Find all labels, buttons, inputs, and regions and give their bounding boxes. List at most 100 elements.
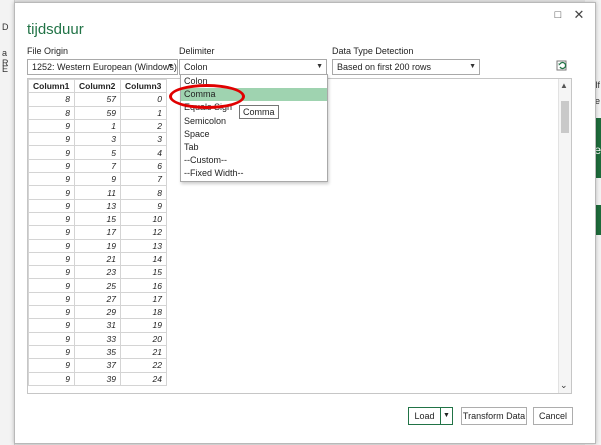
- table-cell: 29: [74, 305, 121, 320]
- table-cell: 9: [28, 238, 75, 253]
- table-row: 9 27 17: [28, 291, 167, 307]
- table-row: 9 19 13: [28, 238, 167, 253]
- bg-glyph: E: [2, 64, 9, 74]
- table-row: 8 57 0: [28, 92, 167, 107]
- table-row: 9 29 18: [28, 305, 167, 320]
- transform-data-button[interactable]: Transform Data: [461, 407, 527, 425]
- table-cell: 9: [28, 291, 75, 307]
- table-cell: 9: [28, 305, 75, 320]
- table-cell: 9: [28, 251, 75, 267]
- table-cell: 9: [28, 278, 75, 293]
- table-header-row: Column1 Column2 Column3: [28, 79, 167, 94]
- table-cell: 9: [28, 358, 75, 373]
- excel-background-left: D a R E: [0, 0, 15, 445]
- table-cell: 59: [74, 105, 121, 120]
- detection-select[interactable]: Based on first 200 rows ▼: [332, 59, 480, 75]
- table-cell: 2: [120, 118, 167, 134]
- table-cell: 9: [28, 132, 75, 147]
- table-row: 976: [28, 158, 167, 174]
- table-cell: 14: [120, 251, 167, 267]
- table-cell: 9: [28, 318, 75, 333]
- table-row: 9 11 8: [28, 185, 167, 200]
- table-cell: 4: [120, 145, 167, 160]
- load-button[interactable]: Load: [408, 407, 441, 425]
- delimiter-option[interactable]: Tab: [181, 141, 327, 154]
- red-highlight-ellipse: [169, 84, 245, 109]
- table-cell: 9: [28, 371, 75, 386]
- table-cell: 18: [120, 305, 167, 320]
- refresh-icon[interactable]: [555, 58, 569, 72]
- table-row: 9 31 19: [28, 318, 167, 333]
- restore-button[interactable]: □: [551, 8, 565, 22]
- file-origin-select[interactable]: 1252: Western European (Windows) ▼: [27, 59, 178, 75]
- table-row: 9 17 12: [28, 225, 167, 240]
- bg-glyph: lf: [595, 80, 601, 90]
- table-cell: 8: [120, 185, 167, 200]
- table-row: 9 39 24: [28, 371, 167, 386]
- table-cell: 22: [120, 358, 167, 373]
- table-cell: 19: [74, 238, 121, 253]
- table-cell: 1: [120, 105, 167, 120]
- table-cell: 21: [120, 344, 167, 360]
- column-header[interactable]: Column2: [74, 79, 121, 94]
- table-cell: 9: [28, 172, 75, 187]
- delimiter-option[interactable]: Space: [181, 128, 327, 141]
- chevron-down-icon[interactable]: ⌄: [560, 380, 568, 391]
- detection-label: Data Type Detection: [332, 46, 414, 56]
- file-origin-value: 1252: Western European (Windows): [32, 62, 177, 72]
- chevron-down-icon: ▼: [469, 63, 476, 70]
- import-dialog: tijdsduur □ ✕ File Origin Delimiter Data…: [14, 2, 596, 444]
- table-cell: 9: [28, 344, 75, 360]
- table-cell: 31: [74, 318, 121, 333]
- scroll-thumb[interactable]: [561, 101, 569, 133]
- preview-table: Column1 Column2 Column3 8 57 0 8 59 1 9 1 2 9 3 3 9 5…: [28, 79, 167, 386]
- table-row: 912: [28, 118, 167, 134]
- table-cell: 1: [74, 118, 121, 134]
- table-cell: 17: [74, 225, 121, 240]
- table-cell: 7: [120, 172, 167, 187]
- table-cell: 37: [74, 358, 121, 373]
- detection-value: Based on first 200 rows: [337, 62, 432, 72]
- delimiter-option[interactable]: --Fixed Width--: [181, 167, 327, 180]
- table-row: 9 37 22: [28, 358, 167, 373]
- table-cell: 25: [74, 278, 121, 293]
- table-cell: 21: [74, 251, 121, 267]
- table-cell: 33: [74, 331, 121, 346]
- vertical-scrollbar[interactable]: ▲ ⌄: [558, 79, 571, 393]
- delimiter-value: Colon: [184, 62, 208, 72]
- table-cell: 15: [120, 265, 167, 280]
- table-cell: 17: [120, 291, 167, 307]
- delimiter-option[interactable]: --Custom--: [181, 154, 327, 167]
- tooltip: Comma: [239, 105, 279, 119]
- file-origin-label: File Origin: [27, 46, 69, 56]
- column-header[interactable]: Column1: [28, 79, 75, 94]
- table-cell: 13: [120, 238, 167, 253]
- table-cell: 0: [120, 92, 167, 107]
- table-cell: 9: [28, 211, 75, 227]
- close-button[interactable]: ✕: [572, 8, 586, 22]
- table-cell: 16: [120, 278, 167, 293]
- table-cell: 9: [28, 331, 75, 346]
- table-cell: 9: [28, 185, 75, 200]
- cancel-button[interactable]: Cancel: [533, 407, 573, 425]
- table-cell: 19: [120, 318, 167, 333]
- chevron-down-icon: ▼: [316, 63, 323, 70]
- table-row: 9 33 20: [28, 331, 167, 346]
- table-cell: 9: [120, 198, 167, 213]
- table-cell: 8: [28, 105, 75, 120]
- column-header[interactable]: Column3: [120, 79, 167, 94]
- table-row: 8 59 1: [28, 105, 167, 120]
- table-cell: 9: [28, 145, 75, 160]
- table-cell: 57: [74, 92, 121, 107]
- table-row: 9 25 16: [28, 278, 167, 293]
- table-cell: 5: [74, 145, 121, 160]
- table-cell: 24: [120, 371, 167, 386]
- load-options-button[interactable]: ▼: [440, 407, 453, 425]
- delimiter-select[interactable]: Colon ▼: [179, 59, 327, 75]
- table-cell: 11: [74, 185, 121, 200]
- chevron-up-icon[interactable]: ▲: [560, 81, 568, 90]
- table-cell: 9: [28, 118, 75, 134]
- table-cell: 9: [28, 198, 75, 213]
- table-cell: 7: [74, 158, 121, 174]
- table-cell: 12: [120, 225, 167, 240]
